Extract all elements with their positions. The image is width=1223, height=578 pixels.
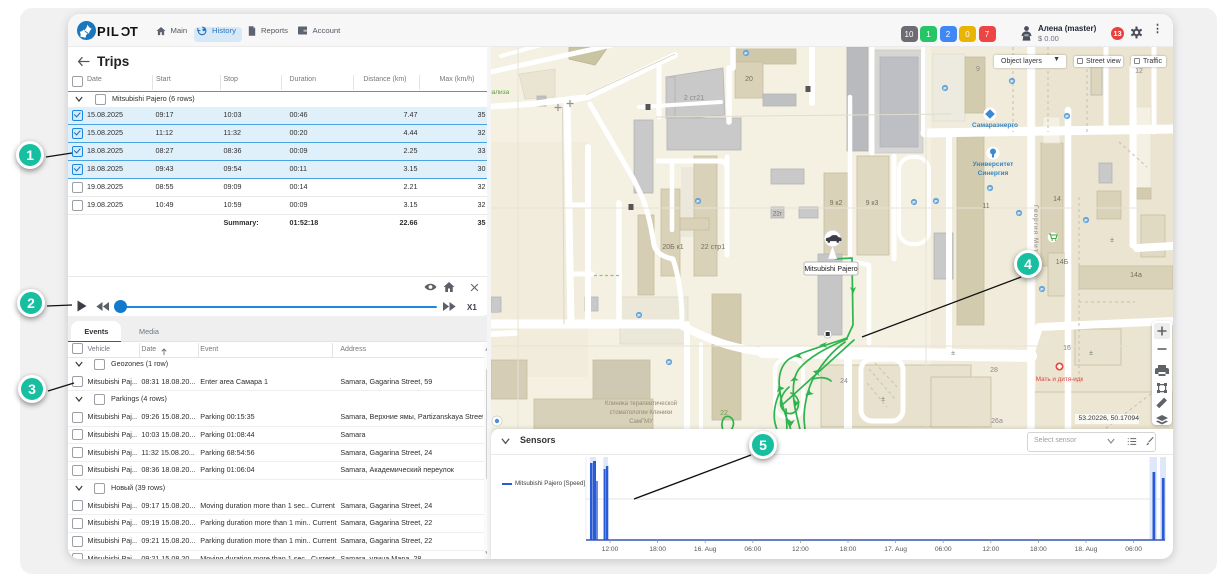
svg-text:Университет: Университет bbox=[973, 161, 1014, 168]
svg-text:22 стр1: 22 стр1 bbox=[701, 244, 725, 251]
svg-text:нализа: нализа bbox=[491, 89, 510, 96]
svg-text:±: ± bbox=[881, 396, 885, 403]
svg-text:стоматологии Клиники: стоматологии Клиники bbox=[610, 410, 673, 416]
svg-text:06:00: 06:00 bbox=[1125, 546, 1142, 553]
svg-text:06:00: 06:00 bbox=[935, 546, 952, 553]
svg-text:Mitsubishi Pajero: Mitsubishi Pajero bbox=[804, 266, 857, 273]
svg-text:16: 16 bbox=[1063, 345, 1071, 352]
svg-text:26а: 26а bbox=[991, 418, 1003, 425]
svg-text:9 к3: 9 к3 bbox=[866, 200, 879, 207]
svg-text:11: 11 bbox=[982, 203, 989, 210]
svg-text:24: 24 bbox=[840, 378, 848, 385]
svg-text:Клиника терапевтической: Клиника терапевтической bbox=[605, 400, 677, 407]
svg-text:22г: 22г bbox=[773, 211, 783, 218]
svg-text:Мать и дитя-идк: Мать и дитя-идк bbox=[1036, 376, 1084, 383]
svg-text:12:00: 12:00 bbox=[602, 546, 619, 553]
svg-text:СамГМУ: СамГМУ bbox=[629, 419, 653, 425]
svg-text:17. Aug: 17. Aug bbox=[884, 546, 907, 553]
svg-text:12:00: 12:00 bbox=[792, 546, 809, 553]
svg-text:12: 12 bbox=[1135, 68, 1143, 75]
svg-text:12:00: 12:00 bbox=[982, 546, 999, 553]
svg-text:18. Aug: 18. Aug bbox=[1075, 546, 1098, 553]
svg-text:18:00: 18:00 bbox=[649, 546, 666, 553]
svg-text:±: ± bbox=[1110, 237, 1114, 244]
svg-text:9: 9 bbox=[976, 66, 980, 73]
svg-text:06:00: 06:00 bbox=[744, 546, 761, 553]
svg-text:9 к2: 9 к2 bbox=[830, 200, 843, 207]
svg-text:14: 14 bbox=[1053, 196, 1061, 203]
svg-text:14а: 14а bbox=[1130, 272, 1142, 279]
svg-text:Самараэнерго: Самараэнерго bbox=[972, 122, 1018, 129]
svg-text:20: 20 bbox=[745, 76, 753, 83]
svg-text:±: ± bbox=[951, 350, 955, 357]
svg-text:Синергия: Синергия bbox=[978, 170, 1009, 177]
svg-text:2 ст21: 2 ст21 bbox=[684, 95, 704, 102]
svg-text:±: ± bbox=[1089, 350, 1093, 357]
svg-text:18:00: 18:00 bbox=[840, 546, 857, 553]
svg-text:18:00: 18:00 bbox=[1030, 546, 1047, 553]
svg-text:20Б к1: 20Б к1 bbox=[662, 244, 683, 251]
svg-text:14Б: 14Б bbox=[1056, 259, 1069, 266]
svg-text:28: 28 bbox=[990, 367, 998, 374]
svg-text:16. Aug: 16. Aug bbox=[694, 546, 717, 553]
